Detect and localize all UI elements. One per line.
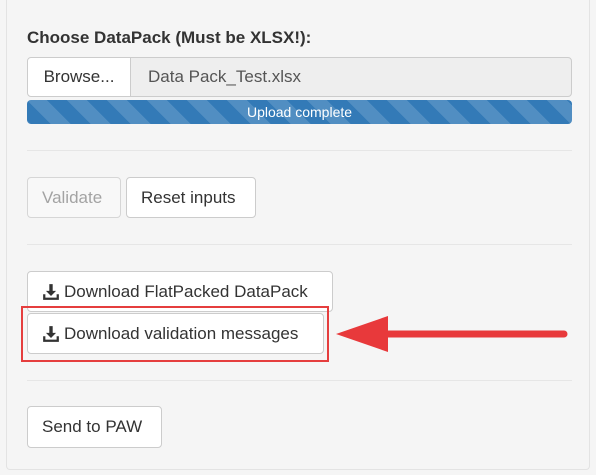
validate-button[interactable]: Validate	[27, 177, 121, 218]
validate-button-label: Validate	[42, 187, 103, 207]
file-input-group: Browse... Data Pack_Test.xlsx	[27, 57, 572, 99]
arrow-left-icon	[336, 316, 568, 352]
file-name-text: Data Pack_Test.xlsx	[148, 67, 302, 86]
browse-button[interactable]: Browse...	[27, 57, 131, 97]
file-input-label: Choose DataPack (Must be XLSX!):	[27, 28, 312, 47]
file-name-field[interactable]: Data Pack_Test.xlsx	[130, 57, 572, 97]
upload-progress: Upload complete	[27, 100, 572, 124]
divider	[27, 380, 572, 381]
highlight-box	[21, 306, 329, 362]
download-icon	[43, 283, 59, 300]
send-to-paw-label: Send to PAW	[42, 417, 143, 436]
upload-status-text: Upload complete	[246, 104, 353, 120]
divider	[27, 150, 572, 151]
download-flatpacked-label: Download FlatPacked DataPack	[64, 281, 308, 301]
divider	[27, 244, 572, 245]
upload-progress-bar: Upload complete	[27, 100, 572, 124]
reset-inputs-button[interactable]: Reset inputs	[126, 177, 256, 218]
reset-button-label: Reset inputs	[141, 187, 236, 207]
send-to-paw-button[interactable]: Send to PAW	[27, 406, 162, 448]
